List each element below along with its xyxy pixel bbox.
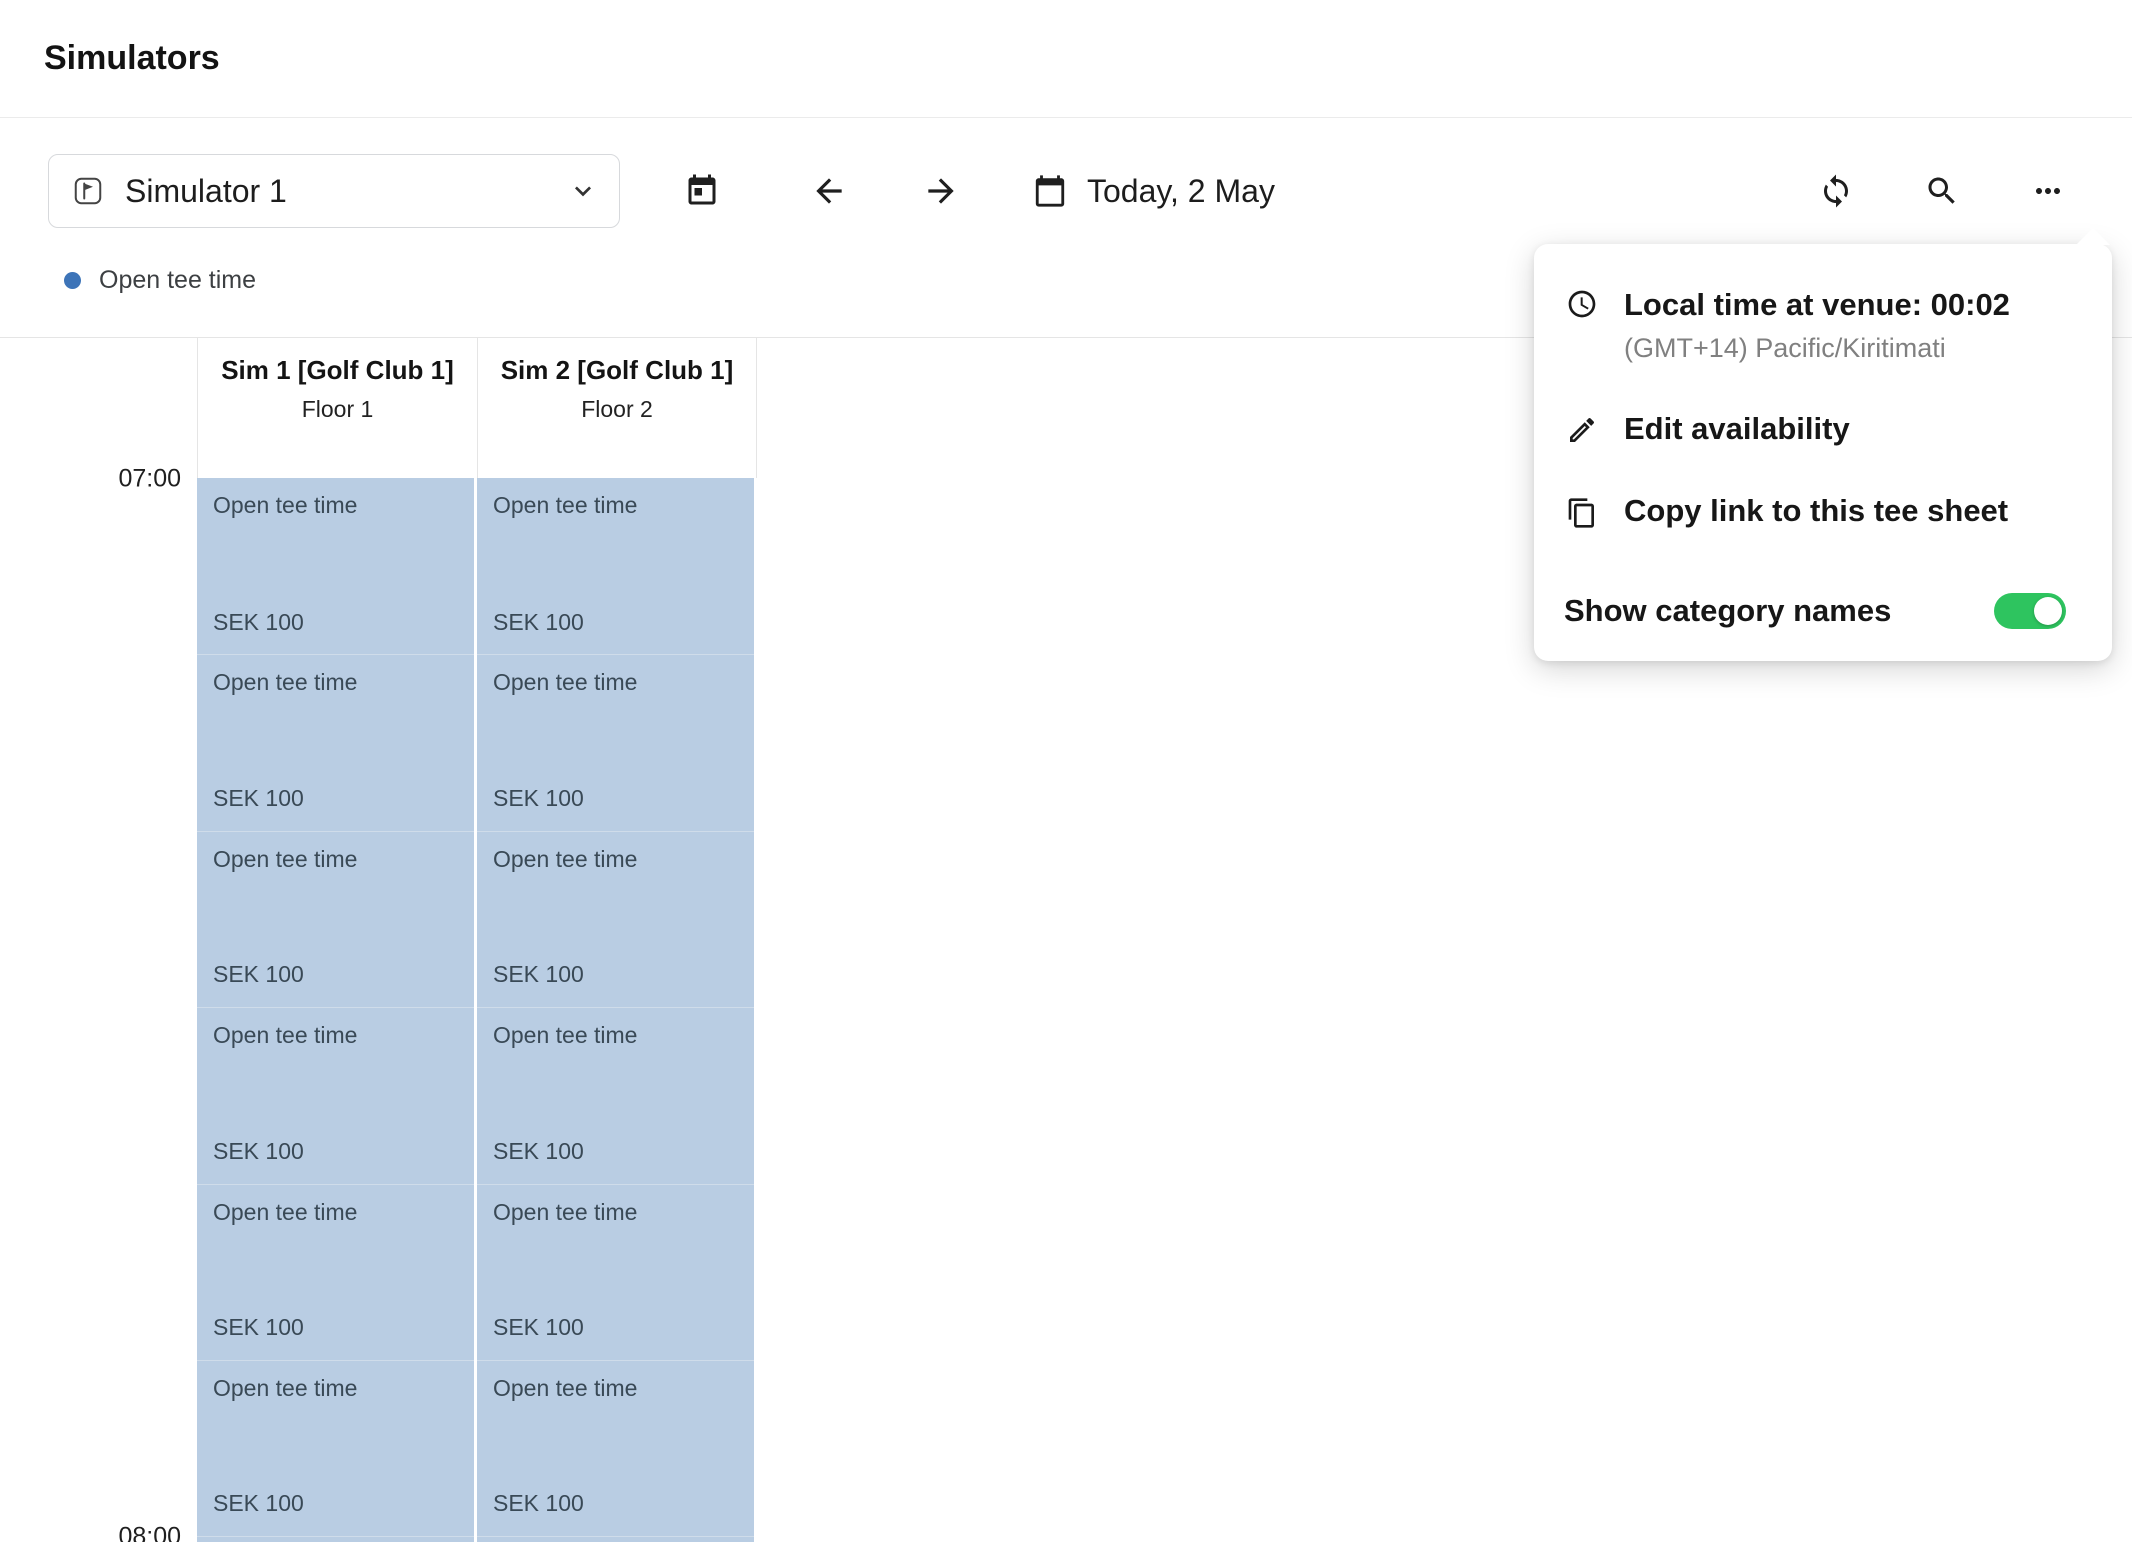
tee-time-slot[interactable]: Open tee timeSEK 100	[197, 1536, 474, 1542]
slot-open-label: Open tee time	[493, 1198, 738, 1228]
refresh-icon	[1818, 173, 1854, 209]
golf-flag-icon	[73, 176, 103, 206]
search-icon	[1924, 173, 1960, 209]
simulator-select[interactable]: Simulator 1	[48, 154, 620, 228]
slot-open-label: Open tee time	[213, 1374, 458, 1404]
show-category-names-toggle[interactable]	[1994, 593, 2066, 629]
column-header: Sim 2 [Golf Club 1] Floor 2	[477, 338, 757, 478]
chevron-down-icon	[567, 175, 599, 207]
slot-price: SEK 100	[213, 1313, 458, 1343]
slot-price: SEK 100	[493, 1313, 738, 1343]
slot-open-label: Open tee time	[213, 845, 458, 875]
pencil-icon	[1566, 414, 1598, 446]
calendar-today-icon	[684, 173, 720, 209]
slot-open-label: Open tee time	[213, 491, 458, 521]
date-display[interactable]: Today, 2 May	[1033, 173, 1275, 210]
refresh-button[interactable]	[1800, 155, 1872, 227]
slot-price: SEK 100	[213, 608, 458, 638]
previous-day-button[interactable]	[793, 155, 865, 227]
slot-price: SEK 100	[213, 784, 458, 814]
slot-open-label: Open tee time	[493, 1021, 738, 1051]
jump-to-date-button[interactable]	[666, 155, 738, 227]
menu-item-local-time[interactable]: Local time at venue: 00:02 (GMT+14) Paci…	[1534, 264, 2112, 388]
toggle-knob	[2034, 597, 2062, 625]
time-gutter: 07:00 08:00	[0, 338, 197, 1542]
slot-list: Open tee time SEK 100 Open tee time SEK 100…	[197, 478, 477, 1542]
simulator-select-value: Simulator 1	[125, 173, 545, 210]
sheet-columns: Sim 1 [Golf Club 1] Floor 1 Open tee tim…	[197, 338, 757, 1542]
slot-price: SEK 100	[213, 960, 458, 990]
show-category-names-row: Show category names	[1534, 553, 2112, 635]
more-menu-popover: Local time at venue: 00:02 (GMT+14) Paci…	[1534, 244, 2112, 661]
date-label: Today, 2 May	[1087, 173, 1275, 210]
slot-price: SEK 100	[493, 1137, 738, 1167]
page-title: Simulators	[44, 39, 220, 78]
search-button[interactable]	[1906, 155, 1978, 227]
slot-price: SEK 100	[213, 1137, 458, 1167]
column-header: Sim 1 [Golf Club 1] Floor 1	[197, 338, 477, 478]
clock-icon	[1566, 288, 1598, 320]
show-category-names-label: Show category names	[1564, 593, 1994, 629]
time-label: 08:00	[118, 1523, 181, 1542]
more-horizontal-icon	[2030, 173, 2066, 209]
calendar-icon	[1033, 174, 1067, 208]
column-title: Sim 1 [Golf Club 1]	[221, 352, 454, 389]
slot-list: Open tee time SEK 100 Open tee time SEK 100…	[477, 478, 757, 1542]
tee-time-slot[interactable]: Open tee time SEK 100	[197, 478, 474, 654]
column-title: Sim 2 [Golf Club 1]	[501, 352, 734, 389]
edit-availability-label: Edit availability	[1624, 410, 1850, 449]
arrow-left-icon	[810, 172, 848, 210]
slot-open-label: Open tee time	[493, 491, 738, 521]
time-label: 07:00	[118, 465, 181, 494]
column-subtitle: Floor 1	[302, 395, 374, 425]
tee-time-slot[interactable]: Open tee time SEK 100	[197, 1007, 474, 1183]
tee-time-slot[interactable]: Open tee time SEK 100	[197, 654, 474, 830]
slot-open-label: Open tee time	[213, 668, 458, 698]
column-subtitle: Floor 2	[581, 395, 653, 425]
open-tee-time-dot	[64, 272, 81, 289]
sheet-column-sim-2: Sim 2 [Golf Club 1] Floor 2 Open tee tim…	[477, 338, 757, 1542]
app: Simulators Simulator 1	[0, 0, 2132, 1542]
tee-time-slot[interactable]: Open tee time SEK 100	[477, 1007, 754, 1183]
next-day-button[interactable]	[905, 155, 977, 227]
slot-open-label: Open tee time	[493, 668, 738, 698]
tee-time-slot[interactable]: Open tee time SEK 100	[477, 1184, 754, 1360]
slot-price: SEK 100	[493, 1489, 738, 1519]
legend-label: Open tee time	[99, 266, 256, 295]
menu-item-copy-link[interactable]: Copy link to this tee sheet	[1534, 470, 2112, 553]
menu-item-edit-availability[interactable]: Edit availability	[1534, 388, 2112, 471]
menu-item-text: Local time at venue: 00:02 (GMT+14) Paci…	[1624, 286, 2010, 366]
tee-time-slot[interactable]: Open tee time SEK 100	[477, 1360, 754, 1536]
sheet-column-sim-1: Sim 1 [Golf Club 1] Floor 1 Open tee tim…	[197, 338, 477, 1542]
legend: Open tee time	[64, 266, 256, 295]
tee-time-slot[interactable]: Open tee time SEK 100	[477, 654, 754, 830]
copy-icon	[1566, 497, 1598, 529]
tee-time-slot[interactable]: Open tee time SEK 100	[477, 478, 754, 654]
tee-time-slot[interactable]: Open tee time SEK 100	[197, 1184, 474, 1360]
arrow-right-icon	[922, 172, 960, 210]
tee-time-slot[interactable]: Open tee time SEK 100	[197, 831, 474, 1007]
slot-price: SEK 100	[493, 784, 738, 814]
slot-open-label: Open tee time	[213, 1021, 458, 1051]
slot-open-label: Open tee time	[493, 845, 738, 875]
tee-time-slot[interactable]: Open tee time SEK 100	[197, 1360, 474, 1536]
tee-time-slot[interactable]: Open tee timeSEK 100	[477, 1536, 754, 1542]
more-options-button[interactable]	[2012, 155, 2084, 227]
slot-price: SEK 100	[213, 1489, 458, 1519]
copy-link-label: Copy link to this tee sheet	[1624, 492, 2008, 531]
toolbar: Simulator 1 Today, 2 May	[0, 118, 2132, 264]
local-time-label: Local time at venue: 00:02	[1624, 286, 2010, 325]
slot-price: SEK 100	[493, 608, 738, 638]
timezone-label: (GMT+14) Pacific/Kiritimati	[1624, 332, 2010, 366]
slot-open-label: Open tee time	[213, 1198, 458, 1228]
toolbar-right-cluster	[1800, 155, 2084, 227]
tee-time-slot[interactable]: Open tee time SEK 100	[477, 831, 754, 1007]
page-header: Simulators	[0, 0, 2132, 118]
slot-open-label: Open tee time	[493, 1374, 738, 1404]
slot-price: SEK 100	[493, 960, 738, 990]
